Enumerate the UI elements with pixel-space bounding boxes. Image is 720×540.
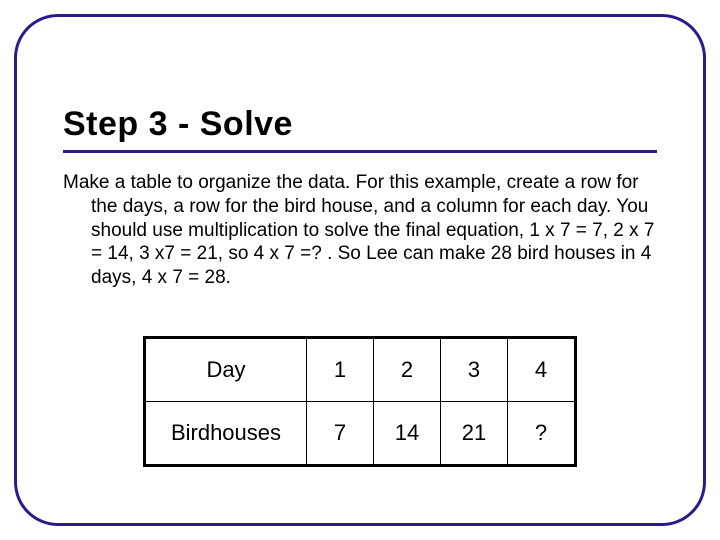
data-table: Day 1 2 3 4 Birdhouses 7 14 21 ?	[143, 336, 577, 467]
cell-bh-1: 7	[307, 401, 374, 465]
cell-day-4: 4	[508, 337, 576, 401]
cell-bh-2: 14	[374, 401, 441, 465]
body-text: Make a table to organize the data. For t…	[63, 171, 657, 290]
row-label-day: Day	[145, 337, 307, 401]
cell-day-2: 2	[374, 337, 441, 401]
slide-title: Step 3 - Solve	[63, 105, 657, 144]
slide: Step 3 - Solve Make a table to organize …	[0, 0, 720, 540]
body-paragraph: Make a table to organize the data. For t…	[63, 171, 657, 290]
table-container: Day 1 2 3 4 Birdhouses 7 14 21 ?	[63, 336, 657, 467]
table-row: Day 1 2 3 4	[145, 337, 576, 401]
cell-day-3: 3	[441, 337, 508, 401]
cell-bh-3: 21	[441, 401, 508, 465]
title-underline	[63, 150, 657, 153]
cell-bh-4: ?	[508, 401, 576, 465]
row-label-birdhouses: Birdhouses	[145, 401, 307, 465]
slide-frame: Step 3 - Solve Make a table to organize …	[14, 14, 706, 526]
cell-day-1: 1	[307, 337, 374, 401]
table-row: Birdhouses 7 14 21 ?	[145, 401, 576, 465]
